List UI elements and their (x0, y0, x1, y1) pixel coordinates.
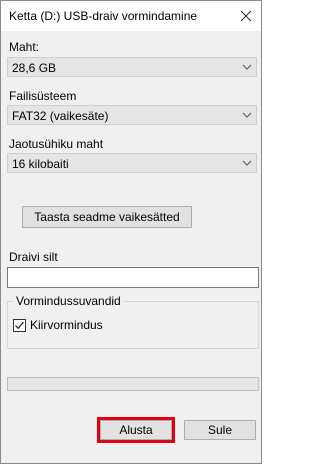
allocation-label: Jaotusühiku maht (9, 137, 104, 151)
chevron-down-icon (242, 64, 252, 70)
allocation-select[interactable]: 16 kilobaiti (7, 153, 257, 173)
title-bar: Ketta (D:) USB-draiv vormindamine (1, 1, 261, 31)
format-dialog: Ketta (D:) USB-draiv vormindamine Maht: … (0, 0, 262, 464)
volume-label-input[interactable] (7, 267, 259, 288)
restore-defaults-button[interactable]: Taasta seadme vaikesätted (22, 206, 192, 228)
checkmark-icon (15, 321, 24, 330)
chevron-down-icon (242, 112, 252, 118)
volume-label: Draivi silt (9, 250, 58, 264)
format-options-legend: Vormindussuvandid (13, 294, 124, 308)
allocation-value: 16 kilobaiti (12, 157, 69, 171)
filesystem-label: Failisüsteem (9, 89, 77, 103)
close-icon[interactable] (235, 5, 257, 27)
capacity-label: Maht: (9, 40, 40, 54)
close-button[interactable]: Sule (184, 420, 256, 440)
format-progress-bar (7, 377, 259, 391)
chevron-down-icon (242, 160, 252, 166)
quick-format-checkbox[interactable] (13, 319, 26, 332)
filesystem-value: FAT32 (vaikesäte) (12, 109, 109, 123)
quick-format-label: Kiirvormindus (30, 318, 103, 332)
start-button-highlight (97, 417, 175, 443)
window-title: Ketta (D:) USB-draiv vormindamine (9, 9, 198, 23)
filesystem-select[interactable]: FAT32 (vaikesäte) (7, 105, 257, 125)
capacity-select[interactable]: 28,6 GB (7, 57, 257, 77)
capacity-value: 28,6 GB (12, 61, 57, 75)
